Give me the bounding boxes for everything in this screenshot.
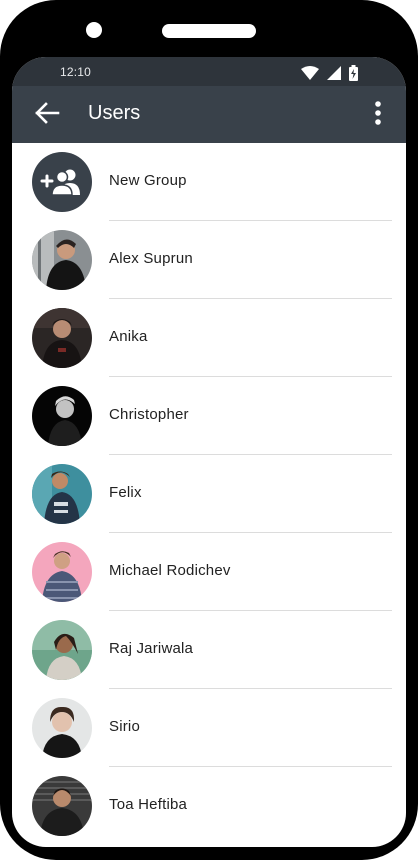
user-name: Sirio: [109, 718, 141, 735]
more-options-button[interactable]: [368, 100, 388, 130]
avatar: [32, 308, 92, 368]
new-group-label: New Group: [109, 172, 187, 189]
user-list: New Group Alex Suprun Anika Christopher …: [12, 143, 406, 845]
app-bar: Users: [12, 86, 406, 143]
avatar: [32, 542, 92, 602]
status-icons: [301, 65, 358, 81]
speaker-grille: [162, 24, 256, 38]
user-name: Toa Heftiba: [109, 796, 188, 813]
back-button[interactable]: [32, 100, 62, 130]
add-group-icon: [32, 152, 92, 212]
user-item-toa-heftiba[interactable]: Toa Heftiba: [12, 767, 406, 845]
battery-charging-icon: [349, 65, 358, 81]
avatar: [32, 230, 92, 290]
user-item-sirio[interactable]: Sirio: [12, 689, 406, 767]
signal-icon: [327, 66, 341, 80]
screen: 12:10 Users New Group Alex Suprun Anika …: [12, 57, 406, 847]
user-name: Christopher: [109, 406, 189, 423]
front-camera: [86, 22, 102, 38]
user-item-felix[interactable]: Felix: [12, 455, 406, 533]
avatar: [32, 698, 92, 758]
more-vertical-icon: [374, 100, 382, 131]
user-name: Raj Jariwala: [109, 640, 194, 657]
avatar: [32, 620, 92, 680]
user-name: Alex Suprun: [109, 250, 193, 267]
user-item-raj-jariwala[interactable]: Raj Jariwala: [12, 611, 406, 689]
wifi-icon: [301, 66, 319, 80]
user-item-anika[interactable]: Anika: [12, 299, 406, 377]
avatar: [32, 776, 92, 836]
new-group-item[interactable]: New Group: [12, 143, 406, 221]
phone-frame: 12:10 Users New Group Alex Suprun Anika …: [0, 0, 418, 860]
status-time: 12:10: [60, 65, 92, 79]
status-bar: 12:10: [12, 57, 406, 86]
user-name: Anika: [109, 328, 148, 345]
page-title: Users: [88, 102, 141, 124]
user-item-christopher[interactable]: Christopher: [12, 377, 406, 455]
user-item-alex-suprun[interactable]: Alex Suprun: [12, 221, 406, 299]
arrow-left-icon: [34, 101, 60, 129]
avatar: [32, 464, 92, 524]
user-name: Michael Rodichev: [109, 562, 231, 579]
avatar: [32, 386, 92, 446]
user-item-michael-rodichev[interactable]: Michael Rodichev: [12, 533, 406, 611]
user-name: Felix: [109, 484, 142, 501]
